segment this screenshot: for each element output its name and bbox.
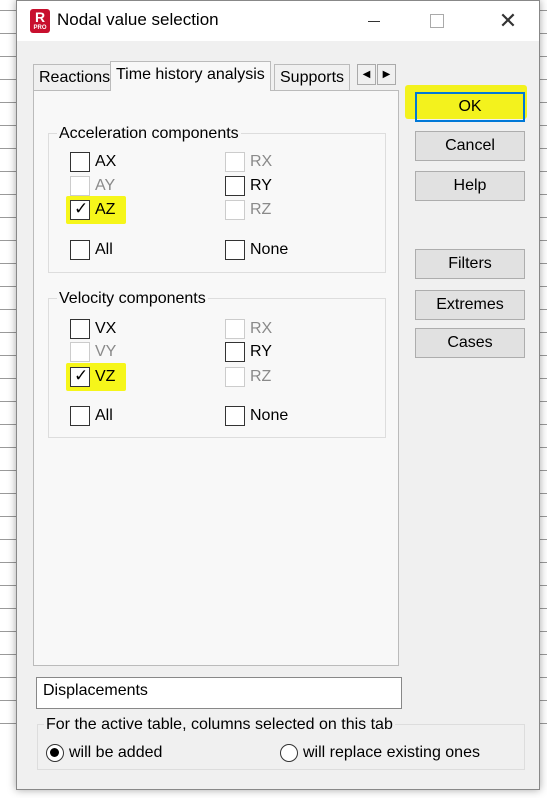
tab-panel-time-history: Acceleration components AX RX AY RY ✓ AZ… (33, 90, 399, 666)
checkbox-velocity-none[interactable] (225, 406, 245, 426)
maximize-button (414, 1, 460, 41)
label-ax: AX (95, 153, 117, 170)
checkbox-acceleration-none[interactable] (225, 240, 245, 260)
close-icon: ✕ (498, 8, 518, 33)
tab-scroll-right-button[interactable]: ▶ (377, 64, 396, 85)
label-vx: VX (95, 320, 117, 337)
app-icon: R PRO (30, 9, 50, 33)
nodal-value-selection-dialog: R PRO Nodal value selection ✕ Reactions T… (16, 0, 540, 790)
label-rx-velocity: RX (250, 320, 273, 337)
arrow-right-icon: ▶ (382, 69, 391, 80)
checkbox-ay (70, 176, 90, 196)
label-rx: RX (250, 153, 273, 170)
tab-supports[interactable]: Supports (274, 64, 351, 90)
label-rz: RZ (250, 201, 272, 218)
arrow-left-icon: ◀ (362, 69, 371, 80)
label-vz: VZ (95, 368, 116, 385)
extremes-button[interactable]: Extremes (415, 290, 525, 320)
tab-scroll-arrows: ◀ ▶ (357, 64, 397, 85)
minimize-button[interactable] (351, 1, 397, 41)
checkbox-ry[interactable] (225, 176, 245, 196)
checkbox-ax[interactable] (70, 152, 90, 172)
checkbox-rx (225, 152, 245, 172)
label-ay: AY (95, 177, 116, 194)
label-will-be-added: will be added (69, 744, 163, 761)
maximize-icon (430, 14, 444, 28)
filters-button[interactable]: Filters (415, 249, 525, 279)
label-none: None (250, 241, 289, 258)
label-vy: VY (95, 343, 117, 360)
tab-label: Time history analysis (116, 66, 265, 83)
checkbox-rz-velocity (225, 367, 245, 387)
label-will-replace: will replace existing ones (303, 744, 480, 761)
label-az: AZ (95, 201, 116, 218)
label-rz-velocity: RZ (250, 368, 272, 385)
checkbox-rz (225, 200, 245, 220)
checkbox-az[interactable]: ✓ (70, 199, 90, 220)
cases-button[interactable]: Cases (415, 328, 525, 358)
radio-will-replace[interactable] (280, 744, 298, 762)
checkbox-velocity-all[interactable] (70, 406, 90, 426)
checkmark-icon: ✓ (74, 366, 89, 385)
checkbox-acceleration-all[interactable] (70, 240, 90, 260)
checkbox-rx-velocity (225, 319, 245, 339)
radio-selected-dot (50, 748, 59, 757)
label-all: All (95, 241, 113, 258)
checkmark-icon: ✓ (74, 199, 89, 218)
minimize-icon (368, 20, 380, 22)
label-all: All (95, 407, 113, 424)
radio-will-be-added[interactable] (46, 744, 64, 762)
title-bar[interactable]: R PRO Nodal value selection ✕ (17, 1, 539, 41)
label-ry: RY (250, 177, 272, 194)
velocity-group-title: Velocity components (57, 290, 208, 308)
close-button[interactable]: ✕ (485, 1, 531, 41)
checkbox-vx[interactable] (70, 319, 90, 339)
cancel-button[interactable]: Cancel (415, 131, 525, 161)
tab-reactions[interactable]: Reactions (33, 64, 117, 90)
columns-group-title: For the active table, columns selected o… (44, 716, 395, 734)
ok-button[interactable]: OK (415, 92, 525, 122)
checkbox-ry-velocity[interactable] (225, 342, 245, 362)
tab-time-history-analysis[interactable]: Time history analysis (110, 61, 271, 91)
help-button[interactable]: Help (415, 171, 525, 201)
tab-scroll-left-button[interactable]: ◀ (357, 64, 376, 85)
tab-label: Supports (280, 69, 345, 86)
window-title: Nodal value selection (57, 10, 219, 29)
acceleration-group-title: Acceleration components (57, 125, 241, 143)
tab-label: Reactions (39, 69, 111, 86)
label-none: None (250, 407, 289, 424)
table-name-field[interactable]: Displacements (36, 677, 402, 709)
label-ry-velocity: RY (250, 343, 272, 360)
checkbox-vz[interactable]: ✓ (70, 366, 90, 387)
checkbox-vy (70, 342, 90, 362)
